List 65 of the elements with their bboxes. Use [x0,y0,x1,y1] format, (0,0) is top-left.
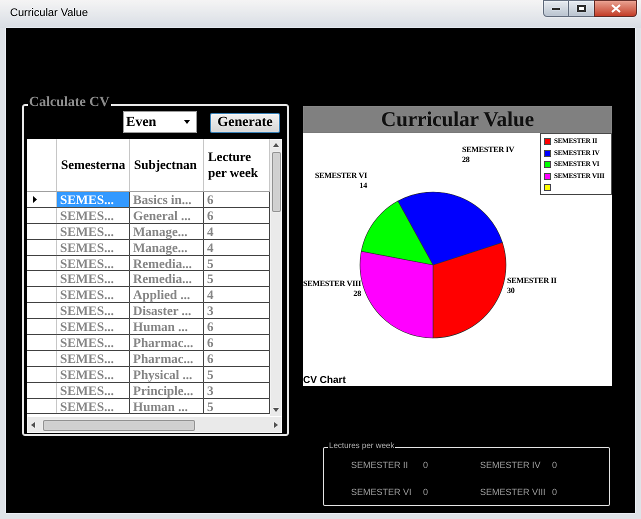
lecture-count: 0 [552,461,558,470]
table-cell[interactable]: SEMES... [57,319,130,334]
scroll-down-icon [273,408,279,412]
table-cell[interactable]: Principle... [130,382,204,398]
semester-label: SEMESTER IV [480,461,542,470]
table-cell[interactable]: SEMES... [57,208,130,223]
table-cell[interactable]: SEMES... [57,366,130,382]
slice-label: SEMESTER IV [462,145,514,154]
minimize-button[interactable] [543,0,569,17]
slice-value: 28 [353,289,361,298]
close-button[interactable] [594,0,637,17]
table-cell[interactable]: SEMES... [57,382,130,398]
close-icon [610,4,620,13]
semester-label: SEMESTER II [351,461,410,470]
table-cell[interactable]: Human ... [130,319,204,334]
table-cell[interactable]: Applied ... [130,287,204,302]
table-cell[interactable]: Pharmac... [130,335,204,350]
scroll-right-icon [274,422,278,428]
column-header[interactable]: Semesterna [57,139,130,191]
slice-value: 30 [507,286,515,295]
lecture-count: 0 [423,461,428,470]
vertical-scrollbar[interactable] [270,139,282,416]
slice-label: SEMESTER VIII [303,279,361,288]
scrollbar-thumb[interactable] [272,152,280,212]
slice-label: SEMESTER VI [314,171,367,180]
table-cell[interactable]: Manage... [130,224,204,239]
semester-label: SEMESTER VIII [480,488,547,497]
table-cell[interactable]: Human ... [130,398,204,414]
table-cell[interactable]: Pharmac... [130,350,204,366]
column-header[interactable]: Subjectnan [130,139,204,191]
table-cell[interactable]: Remedia... [130,271,204,286]
dropdown-arrow-icon [184,120,190,124]
table-cell[interactable]: SEMES... [57,240,130,255]
maximize-button[interactable] [569,0,594,17]
table-cell[interactable]: SEMES... [57,335,130,350]
table-cell[interactable]: SEMES... [57,350,130,366]
chart-caption: CV Chart [303,376,346,386]
semester-label: SEMESTER VI [351,488,413,497]
lecture-count: 0 [423,488,428,497]
table-cell[interactable]: Manage... [130,240,204,255]
generate-button[interactable]: Generate [210,113,280,133]
semester-dropdown[interactable]: Even [123,111,197,133]
slice-value: 28 [462,155,470,164]
table-cell[interactable]: SEMES... [57,398,130,414]
group-title: Lectures per week [328,442,396,450]
slice-label: SEMESTER II [507,276,557,285]
scroll-left-icon [31,422,35,428]
table-cell[interactable]: Remedia... [130,256,204,270]
window-title: Curricular Value [10,8,88,19]
table-cell[interactable]: SEMES... [57,224,130,239]
table-cell[interactable]: Basics in... [130,192,204,207]
scrollbar-thumb[interactable] [43,420,195,430]
table-cell[interactable]: SEMES... [57,271,130,286]
table-cell[interactable]: SEMES... [57,303,130,318]
table-cell[interactable]: SEMES... [57,287,130,302]
table-cell[interactable]: Disaster ... [130,303,204,318]
chart-title: Curricular Value [303,106,612,133]
scroll-up-icon [273,143,279,147]
table-cell[interactable]: Physical ... [130,366,204,382]
slice-value: 14 [359,181,367,190]
table-cell[interactable]: SEMES... [57,192,130,207]
table-cell[interactable]: General ... [130,208,204,223]
lecture-count: 0 [552,488,558,497]
horizontal-scrollbar[interactable] [27,417,282,433]
table-cell[interactable]: SEMES... [57,256,130,270]
